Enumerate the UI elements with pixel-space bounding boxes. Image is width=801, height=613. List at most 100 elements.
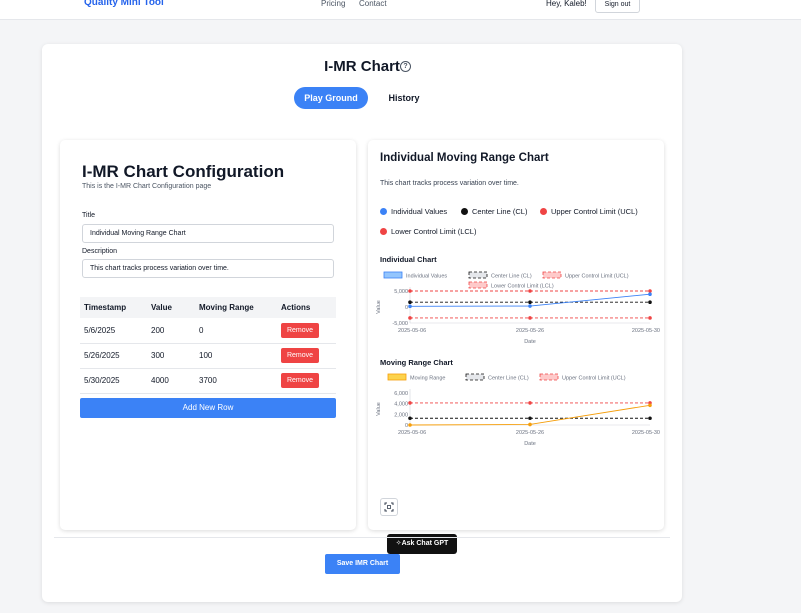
brand-logo[interactable]: Quality Mini Tool — [84, 0, 164, 8]
cell-moving-range: 100 — [195, 343, 277, 369]
data-point — [528, 304, 532, 308]
table-row: 5/30/2025 4000 3700 Remove — [80, 368, 336, 394]
chart-panel: Individual Moving Range Chart This chart… — [368, 140, 664, 554]
data-point — [528, 300, 532, 304]
data-point — [528, 401, 532, 405]
cell-value: 300 — [147, 343, 195, 369]
individual-chart: Individual Values Center Line (CL) Upper C… — [376, 271, 660, 345]
legend-label: Upper Control Limit (UCL) — [562, 376, 626, 382]
main-card: I-MR Chart ? Play Ground History I-MR Ch… — [42, 44, 682, 602]
y-tick-label: 5,000 — [394, 289, 408, 295]
data-point — [408, 304, 412, 309]
legend-swatch — [539, 373, 559, 381]
legend-dot — [461, 208, 468, 215]
x-tick-label: 2025-05-26 — [516, 430, 544, 436]
sign-out-button[interactable]: Sign out — [595, 0, 640, 13]
legend-swatch — [465, 373, 485, 381]
help-icon[interactable]: ? — [400, 61, 411, 72]
data-point — [528, 316, 532, 320]
y-tick-label: 4,000 — [394, 402, 408, 408]
data-point — [648, 403, 652, 408]
col-value: Value — [147, 297, 195, 318]
x-tick-label: 2025-05-30 — [632, 328, 660, 334]
data-point — [528, 289, 532, 293]
legend-ucl: Upper Control Limit (UCL) — [540, 207, 638, 216]
individual-chart-title: Individual Chart — [380, 255, 437, 264]
legend-label: Upper Control Limit (UCL) — [565, 274, 629, 280]
remove-button[interactable]: Remove — [281, 373, 319, 388]
series-line — [409, 404, 651, 426]
page-title: I-MR Chart — [324, 58, 400, 75]
legend-swatch — [468, 271, 488, 279]
legend-individual-values: Individual Values — [380, 207, 447, 216]
remove-button[interactable]: Remove — [281, 322, 319, 338]
description-label: Description — [82, 248, 118, 255]
x-tick-label: 2025-05-06 — [398, 328, 426, 334]
data-point — [408, 289, 412, 293]
expand-icon — [384, 502, 394, 512]
description-input[interactable]: This chart tracks process variation over… — [82, 259, 334, 278]
col-actions: Actions — [277, 297, 336, 318]
nav-pricing[interactable]: Pricing — [321, 0, 345, 8]
config-panel: I-MR Chart Configuration This is the I-M… — [60, 140, 356, 530]
data-point — [528, 416, 532, 421]
legend-label: Center Line (CL) — [491, 274, 532, 280]
legend-label: Center Line (CL) — [488, 376, 529, 382]
legend-dot — [540, 208, 547, 215]
data-point — [408, 316, 412, 320]
y-axis-label: Value — [376, 402, 382, 416]
nav-contact[interactable]: Contact — [359, 0, 387, 8]
cell-value: 4000 — [147, 368, 195, 394]
title-label: Title — [82, 212, 95, 219]
legend-dot — [380, 208, 387, 215]
cell-timestamp: 5/6/2025 — [80, 318, 147, 344]
x-axis-label: Date — [524, 339, 536, 345]
y-tick-label: 2,000 — [394, 412, 408, 418]
cell-value: 200 — [147, 318, 195, 344]
y-tick-label: 0 — [405, 305, 408, 311]
y-tick-label: 6,000 — [394, 391, 408, 397]
legend-swatch — [383, 271, 403, 279]
chart-description: This chart tracks process variation over… — [380, 180, 519, 187]
legend-center-line: Center Line (CL) — [461, 207, 527, 216]
legend-label: Moving Range — [410, 376, 445, 382]
fullscreen-button[interactable] — [380, 498, 398, 516]
legend-label: Individual Values — [406, 274, 447, 280]
cell-moving-range: 0 — [195, 318, 277, 344]
tab-playground[interactable]: Play Ground — [294, 87, 368, 109]
mr-chart-title: Moving Range Chart — [380, 358, 453, 367]
y-tick-label: 0 — [405, 423, 408, 429]
data-point — [408, 416, 412, 421]
data-point — [648, 292, 652, 296]
tab-history[interactable]: History — [380, 87, 428, 109]
y-tick-label: -5,000 — [392, 321, 408, 327]
y-axis-label: Value — [376, 300, 382, 314]
x-axis-label: Date — [524, 441, 536, 447]
legend-swatch — [387, 373, 407, 381]
cell-timestamp: 5/26/2025 — [80, 343, 147, 369]
moving-range-chart: Moving Range Center Line (CL) Upper Contro… — [376, 373, 660, 447]
add-row-button[interactable]: Add New Row — [80, 398, 336, 418]
data-point — [408, 300, 412, 304]
col-timestamp: Timestamp — [80, 297, 147, 318]
table-row: 5/6/2025 200 0 Remove — [80, 318, 336, 344]
divider — [54, 537, 670, 538]
data-point — [648, 300, 652, 304]
config-title: I-MR Chart Configuration — [82, 162, 285, 181]
legend-dot — [380, 228, 387, 235]
data-point — [408, 401, 412, 405]
save-imr-chart-button[interactable]: Save IMR Chart — [325, 554, 400, 574]
remove-button[interactable]: Remove — [281, 348, 319, 363]
table-row: 5/26/2025 300 100 Remove — [80, 343, 336, 369]
data-table: Timestamp Value Moving Range Actions 5/6… — [80, 297, 336, 394]
cell-timestamp: 5/30/2025 — [80, 368, 147, 394]
title-input[interactable]: Individual Moving Range Chart — [82, 224, 334, 243]
data-point — [528, 422, 532, 427]
legend-lcl: Lower Control Limit (LCL) — [380, 227, 476, 236]
data-point — [648, 416, 652, 421]
data-point — [408, 423, 412, 427]
user-greeting: Hey, Kaleb! — [546, 0, 587, 8]
chart-title: Individual Moving Range Chart — [380, 152, 549, 164]
x-tick-label: 2025-05-30 — [632, 430, 660, 436]
cell-moving-range: 3700 — [195, 368, 277, 394]
